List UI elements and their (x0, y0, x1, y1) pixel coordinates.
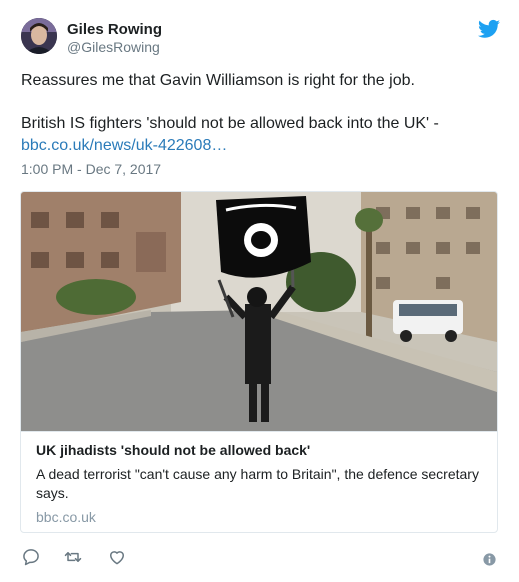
avatar[interactable] (21, 18, 57, 54)
author-name[interactable]: Giles Rowing (67, 21, 162, 38)
tweet-text-line-2: British IS fighters 'should not be allow… (21, 115, 439, 132)
tweet-text-line-1: Reassures me that Gavin Williamson is ri… (21, 72, 415, 89)
card-image (21, 192, 497, 431)
card-description: A dead terrorist "can't cause any harm t… (36, 466, 479, 501)
link-card[interactable]: UK jihadists 'should not be allowed back… (20, 191, 498, 533)
info-icon[interactable] (483, 553, 496, 566)
card-title[interactable]: UK jihadists 'should not be allowed back… (36, 442, 310, 458)
tweet-timestamp[interactable]: 1:00 PM - Dec 7, 2017 (21, 161, 161, 177)
reply-icon[interactable] (21, 547, 41, 567)
author-handle[interactable]: @GilesRowing (67, 39, 160, 55)
card-body: UK jihadists 'should not be allowed back… (21, 431, 497, 532)
like-icon[interactable] (107, 547, 127, 567)
twitter-bird-icon[interactable] (478, 19, 500, 39)
card-domain: bbc.co.uk (36, 509, 96, 525)
embedded-tweet: Giles Rowing @GilesRowing Reassures me t… (0, 0, 519, 582)
tweet-link[interactable]: bbc.co.uk/news/uk-422608… (21, 136, 227, 156)
retweet-icon[interactable] (63, 547, 83, 567)
avatar-image (21, 18, 57, 54)
